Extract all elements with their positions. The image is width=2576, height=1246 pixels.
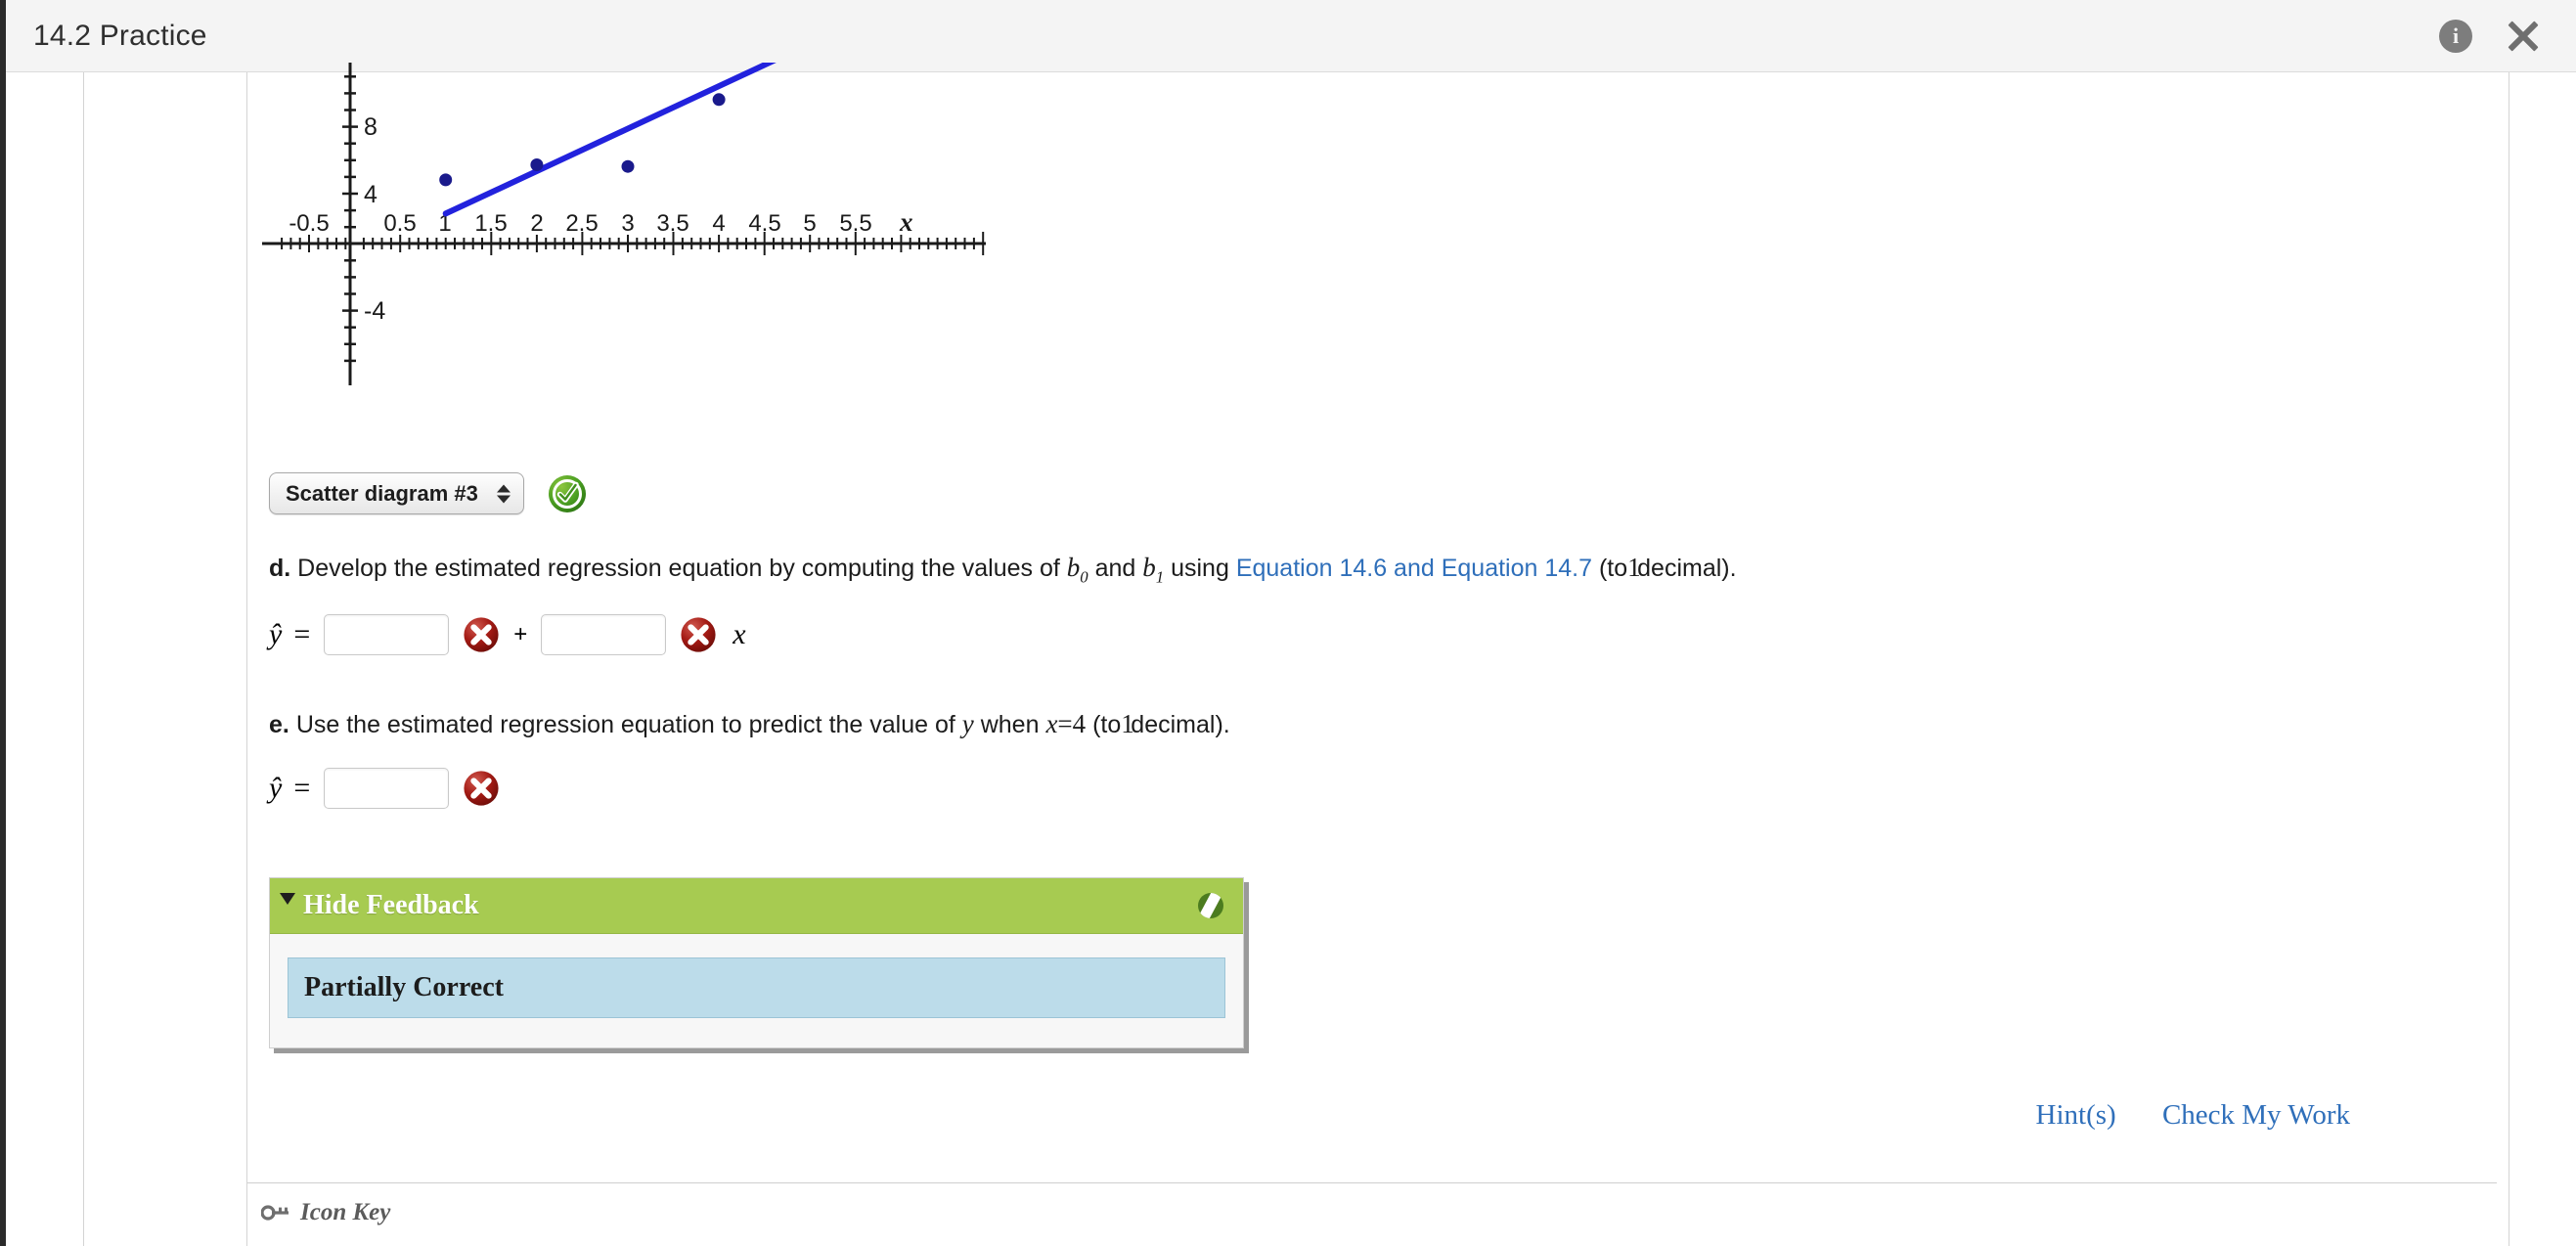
app-window: 14.2 Practice i 8 4 -4 -0.5 0.5 1 1.5 2 …: [0, 0, 2576, 1246]
question-e-equals: =: [1057, 708, 1073, 738]
check-my-work-link[interactable]: Check My Work: [2162, 1099, 2350, 1131]
svg-text:3: 3: [621, 210, 634, 237]
svg-text:4: 4: [712, 210, 725, 237]
svg-text:2.5: 2.5: [565, 210, 598, 237]
answer-row-d: ŷ = + x: [269, 613, 2507, 655]
bottom-divider: [247, 1181, 2497, 1183]
question-e-text-1: Use the estimated regression equation to…: [295, 710, 955, 738]
column-divider-left: [83, 72, 84, 1246]
incorrect-x-icon-e: [464, 771, 499, 806]
feedback-panel: Hide Feedback Partially Correct: [269, 876, 1244, 1048]
svg-text:3.5: 3.5: [656, 210, 688, 237]
question-d-text-1: Develop the estimated regression equatio…: [297, 555, 1060, 582]
predicted-y-input[interactable]: [324, 767, 450, 809]
icon-key-label: Icon Key: [300, 1198, 391, 1225]
answer-row-e: ŷ =: [269, 767, 2507, 809]
key-icon: [261, 1205, 289, 1221]
scatter-plot-svg: 8 4 -4 -0.5 0.5 1 1.5 2 2.5 3 3.5 4 4.5 …: [262, 63, 986, 385]
svg-text:8: 8: [364, 113, 378, 141]
plus-sign: +: [513, 620, 528, 647]
content-column: 8 4 -4 -0.5 0.5 1 1.5 2 2.5 3 3.5 4 4.5 …: [247, 63, 2507, 1246]
svg-text:4: 4: [364, 181, 378, 208]
title-bar: 14.2 Practice i: [6, 0, 2576, 72]
svg-text:-4: -4: [364, 297, 385, 325]
question-d-letter: d.: [269, 555, 291, 582]
question-d-using: using: [1171, 555, 1229, 582]
incorrect-x-icon-b1: [681, 617, 716, 652]
question-e: e. Use the estimated regression equation…: [269, 706, 2507, 742]
equals-sign-d: =: [293, 617, 311, 650]
x-variable-d: x: [733, 617, 746, 650]
scatter-diagram-select[interactable]: Scatter diagram #3: [269, 472, 524, 514]
question-d: d. Develop the estimated regression equa…: [269, 550, 2507, 589]
question-e-letter: e.: [269, 710, 289, 738]
question-d-text-3: decimal).: [1637, 555, 1737, 582]
incorrect-x-icon-b0: [464, 617, 499, 652]
question-e-y: y: [961, 708, 974, 738]
yhat-label-e: ŷ: [269, 771, 283, 804]
svg-text:x: x: [899, 207, 913, 237]
bottom-links: Hint(s) Check My Work: [247, 1099, 2507, 1132]
question-d-b1: b1: [1142, 553, 1165, 587]
svg-text:2: 2: [530, 210, 543, 237]
collapse-triangle-icon[interactable]: [280, 892, 295, 905]
info-icon[interactable]: i: [2439, 19, 2472, 53]
page-title: 14.2 Practice: [33, 19, 207, 52]
close-icon[interactable]: [2506, 19, 2541, 54]
question-d-and: and: [1094, 555, 1136, 582]
question-e-text-2: (to: [1092, 710, 1122, 738]
question-d-decimals: 1: [1627, 553, 1641, 582]
svg-text:1.5: 1.5: [474, 210, 507, 237]
b0-input[interactable]: [324, 613, 450, 655]
feedback-header[interactable]: Hide Feedback: [270, 877, 1243, 934]
icon-key[interactable]: Icon Key: [261, 1199, 2507, 1226]
b1-input[interactable]: [541, 613, 667, 655]
hints-link[interactable]: Hint(s): [2036, 1099, 2116, 1131]
question-e-text-3: decimal).: [1131, 710, 1230, 738]
correct-check-icon: [549, 474, 586, 512]
svg-text:4.5: 4.5: [748, 210, 780, 237]
question-e-decimals: 1: [1121, 708, 1134, 738]
scatter-diagram-selector-row: Scatter diagram #3: [269, 472, 2507, 514]
equals-sign-e: =: [293, 771, 311, 804]
titlebar-actions: i: [2439, 19, 2541, 54]
yhat-label-d: ŷ: [269, 617, 283, 650]
question-e-when: when: [980, 710, 1040, 738]
status-badge: Partially Correct: [288, 957, 1225, 1018]
equation-reference-link[interactable]: Equation 14.6 and Equation 14.7: [1236, 555, 1592, 582]
svg-text:5: 5: [803, 210, 816, 237]
feedback-options-icon[interactable]: [1198, 892, 1223, 918]
vertical-scrollbar[interactable]: [2514, 72, 2530, 1246]
question-d-text-2: (to: [1598, 555, 1628, 582]
question-e-x: x: [1045, 708, 1058, 738]
svg-text:-0.5: -0.5: [289, 210, 329, 237]
question-e-xvalue: 4: [1072, 708, 1087, 738]
scatter-diagram-select-shell: Scatter diagram #3: [269, 472, 524, 514]
scatter-plot: 8 4 -4 -0.5 0.5 1 1.5 2 2.5 3 3.5 4 4.5 …: [262, 63, 1240, 449]
feedback-header-label: Hide Feedback: [303, 889, 479, 920]
svg-text:5.5: 5.5: [839, 210, 871, 237]
question-d-b0: b0: [1066, 553, 1088, 587]
svg-text:0.5: 0.5: [383, 210, 416, 237]
feedback-body: Partially Correct: [270, 934, 1243, 1047]
page-body: 8 4 -4 -0.5 0.5 1 1.5 2 2.5 3 3.5 4 4.5 …: [6, 63, 2576, 1246]
